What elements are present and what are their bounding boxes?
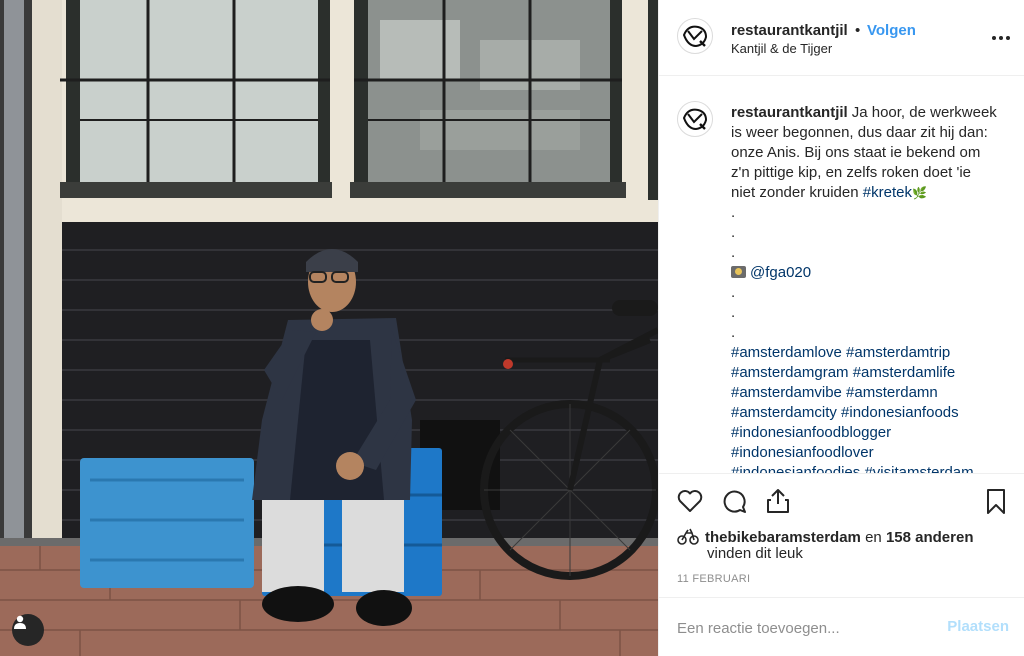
post-caption: restaurantkantjil Ja hoor, de werkweek is… xyxy=(731,103,1001,473)
person-icon xyxy=(14,615,26,629)
post-photo[interactable] xyxy=(0,0,658,656)
post-comment-button[interactable]: Plaatsen xyxy=(947,618,1009,635)
bike-avatar-icon xyxy=(677,528,699,545)
follow-button[interactable]: Volgen xyxy=(867,22,916,39)
more-options-icon[interactable] xyxy=(989,26,1013,50)
caption-dot: . xyxy=(731,324,736,341)
caption-dot: . xyxy=(731,284,736,301)
post-sidebar: restaurantkantjil • Volgen Kantjil & de … xyxy=(658,0,1024,656)
hashtag-line[interactable]: #amsterdamlove #amsterdamtrip xyxy=(731,343,1001,363)
caption-text-line: niet zonder kruiden xyxy=(731,184,859,201)
others-count-link[interactable]: 158 anderen xyxy=(886,529,974,546)
heart-icon[interactable] xyxy=(675,486,705,516)
share-icon[interactable] xyxy=(763,486,793,516)
separator-dot: • xyxy=(855,22,861,39)
caption-text-line: z'n pittige kip, en zelfs roken doet 'ie xyxy=(731,164,972,181)
post-actions: thebikebaramsterdam en 158 anderen vinde… xyxy=(659,473,1024,595)
user-tag-button[interactable] xyxy=(12,614,44,646)
bookmark-icon[interactable] xyxy=(981,486,1011,516)
caption-text-line: is weer begonnen, dus daar zit hij dan: xyxy=(731,124,988,141)
post-header: restaurantkantjil • Volgen Kantjil & de … xyxy=(659,0,1024,76)
caption-dot: . xyxy=(731,204,736,221)
hashtag-line[interactable]: #amsterdamgram #amsterdamlife xyxy=(731,363,1001,383)
caption-text-line: Ja hoor, de werkweek xyxy=(851,104,997,121)
caption-dot: . xyxy=(731,224,736,241)
hashtag-line[interactable]: #amsterdamvibe #amsterdamn xyxy=(731,383,1001,403)
caption-username[interactable]: restaurantkantjil xyxy=(731,104,848,121)
likes-suffix: vinden dit leuk xyxy=(707,545,803,562)
caption-dot: . xyxy=(731,244,736,261)
hashtag-link[interactable]: #kretek xyxy=(863,184,912,201)
camera-emoji-icon xyxy=(731,266,746,278)
restaurant-logo-icon xyxy=(682,25,708,48)
comments-area[interactable]: restaurantkantjil Ja hoor, de werkweek is… xyxy=(659,77,1024,473)
photo-scene xyxy=(0,0,658,656)
comment-bar: Plaatsen xyxy=(659,597,1024,656)
likes-connector: en xyxy=(865,529,882,546)
first-liker-username[interactable]: thebikebaramsterdam xyxy=(705,529,861,546)
post-location[interactable]: Kantjil & de Tijger xyxy=(731,41,832,56)
post-author-username[interactable]: restaurantkantjil xyxy=(731,22,848,39)
avatar[interactable] xyxy=(677,18,713,54)
comment-input[interactable] xyxy=(677,616,937,640)
hashtag-line[interactable]: #indonesianfoodies #visitamsterdam xyxy=(731,463,1001,473)
leaf-emoji: 🌿 xyxy=(911,186,927,200)
mention-link[interactable]: @fga020 xyxy=(750,264,811,281)
post-date[interactable]: 11 FEBRUARI xyxy=(677,573,750,585)
hashtag-line[interactable]: #amsterdamcity #indonesianfoods xyxy=(731,403,1001,423)
caption-avatar[interactable] xyxy=(677,101,713,137)
caption-dot: . xyxy=(731,304,736,321)
hashtag-line[interactable]: #indonesianfoodlover xyxy=(731,443,1001,463)
caption-text-line: onze Anis. Bij ons staat ie bekend om xyxy=(731,144,981,161)
comment-icon[interactable] xyxy=(719,486,749,516)
restaurant-logo-icon xyxy=(682,108,708,131)
hashtag-line[interactable]: #indonesianfoodblogger xyxy=(731,423,1001,443)
